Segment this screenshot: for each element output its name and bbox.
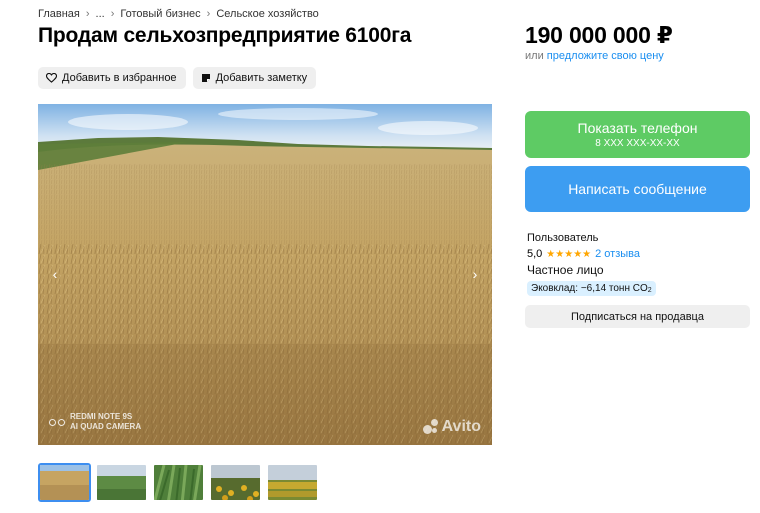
- write-message-label: Написать сообщение: [568, 181, 707, 197]
- seller-info: Пользователь 5,0 ★★★★★ 2 отзыва Частное …: [527, 232, 656, 296]
- show-phone-button[interactable]: Показать телефон 8 XXX XXX-XX-XX: [525, 111, 750, 158]
- add-note-label: Добавить заметку: [215, 72, 308, 84]
- seller-name[interactable]: Пользователь: [527, 232, 656, 244]
- subscribe-seller-button[interactable]: Подписаться на продавца: [525, 305, 750, 328]
- reviews-link[interactable]: 2 отзыва: [595, 248, 640, 260]
- breadcrumb: Главная › ... › Готовый бизнес › Сельско…: [38, 8, 319, 20]
- avito-watermark-text: Avito: [441, 418, 481, 435]
- breadcrumb-agriculture[interactable]: Сельское хозяйство: [216, 8, 318, 20]
- breadcrumb-ellipsis[interactable]: ...: [96, 8, 105, 20]
- page-title: Продам сельхозпредприятие 6100га: [38, 24, 412, 47]
- breadcrumb-home[interactable]: Главная: [38, 8, 80, 20]
- offer-or-text: или: [525, 50, 544, 62]
- photo-gallery[interactable]: ‹ › REDMI NOTE 9S AI QUAD CAMERA Avito: [38, 104, 492, 445]
- write-message-button[interactable]: Написать сообщение: [525, 166, 750, 212]
- thumbnail-5[interactable]: [266, 463, 319, 502]
- main-photo: [38, 104, 492, 445]
- eco-badge[interactable]: Эковклад: −6,14 тонн CO2: [527, 281, 656, 296]
- listing-actions: Добавить в избранное Добавить заметку: [38, 67, 317, 89]
- thumbnail-2[interactable]: [95, 463, 148, 502]
- heart-icon: [46, 73, 57, 83]
- gallery-next-button[interactable]: ›: [465, 264, 485, 284]
- eco-badge-subscript: 2: [647, 287, 652, 294]
- thumbnail-3[interactable]: [152, 463, 205, 502]
- note-icon: [201, 73, 211, 83]
- watermark-device-line1: REDMI NOTE 9S: [70, 412, 133, 421]
- phone-mask: 8 XXX XXX-XX-XX: [595, 138, 680, 149]
- seller-rating: 5,0 ★★★★★ 2 отзыва: [527, 248, 656, 260]
- show-phone-label: Показать телефон: [577, 120, 698, 136]
- eco-badge-text: Эковклад: −6,14 тонн CO: [531, 283, 648, 294]
- add-to-favorites-button[interactable]: Добавить в избранное: [38, 67, 186, 89]
- breadcrumb-separator: ›: [110, 8, 115, 20]
- camera-dots-icon: [49, 418, 65, 426]
- add-note-button[interactable]: Добавить заметку: [192, 67, 317, 89]
- breadcrumb-ready-business[interactable]: Готовый бизнес: [120, 8, 200, 20]
- seller-type: Частное лицо: [527, 263, 604, 277]
- camera-watermark: REDMI NOTE 9S AI QUAD CAMERA: [49, 412, 141, 432]
- price-offer: или предложите свою цену: [525, 50, 664, 62]
- thumbnail-strip: [38, 463, 319, 502]
- breadcrumb-separator: ›: [85, 8, 90, 20]
- watermark-device-line2: AI QUAD CAMERA: [70, 422, 142, 431]
- add-to-favorites-label: Добавить в избранное: [62, 72, 177, 84]
- offer-price-link[interactable]: предложите свою цену: [547, 50, 664, 62]
- avito-logo-icon: [422, 419, 439, 435]
- thumbnail-1[interactable]: [38, 463, 91, 502]
- rating-stars-icon: ★★★★★: [546, 248, 592, 260]
- thumbnail-4[interactable]: [209, 463, 262, 502]
- gallery-prev-button[interactable]: ‹: [45, 264, 65, 284]
- rating-value: 5,0: [527, 248, 543, 260]
- breadcrumb-separator: ›: [206, 8, 211, 20]
- avito-watermark: Avito: [422, 418, 481, 436]
- price: 190 000 000 ₽: [525, 22, 673, 48]
